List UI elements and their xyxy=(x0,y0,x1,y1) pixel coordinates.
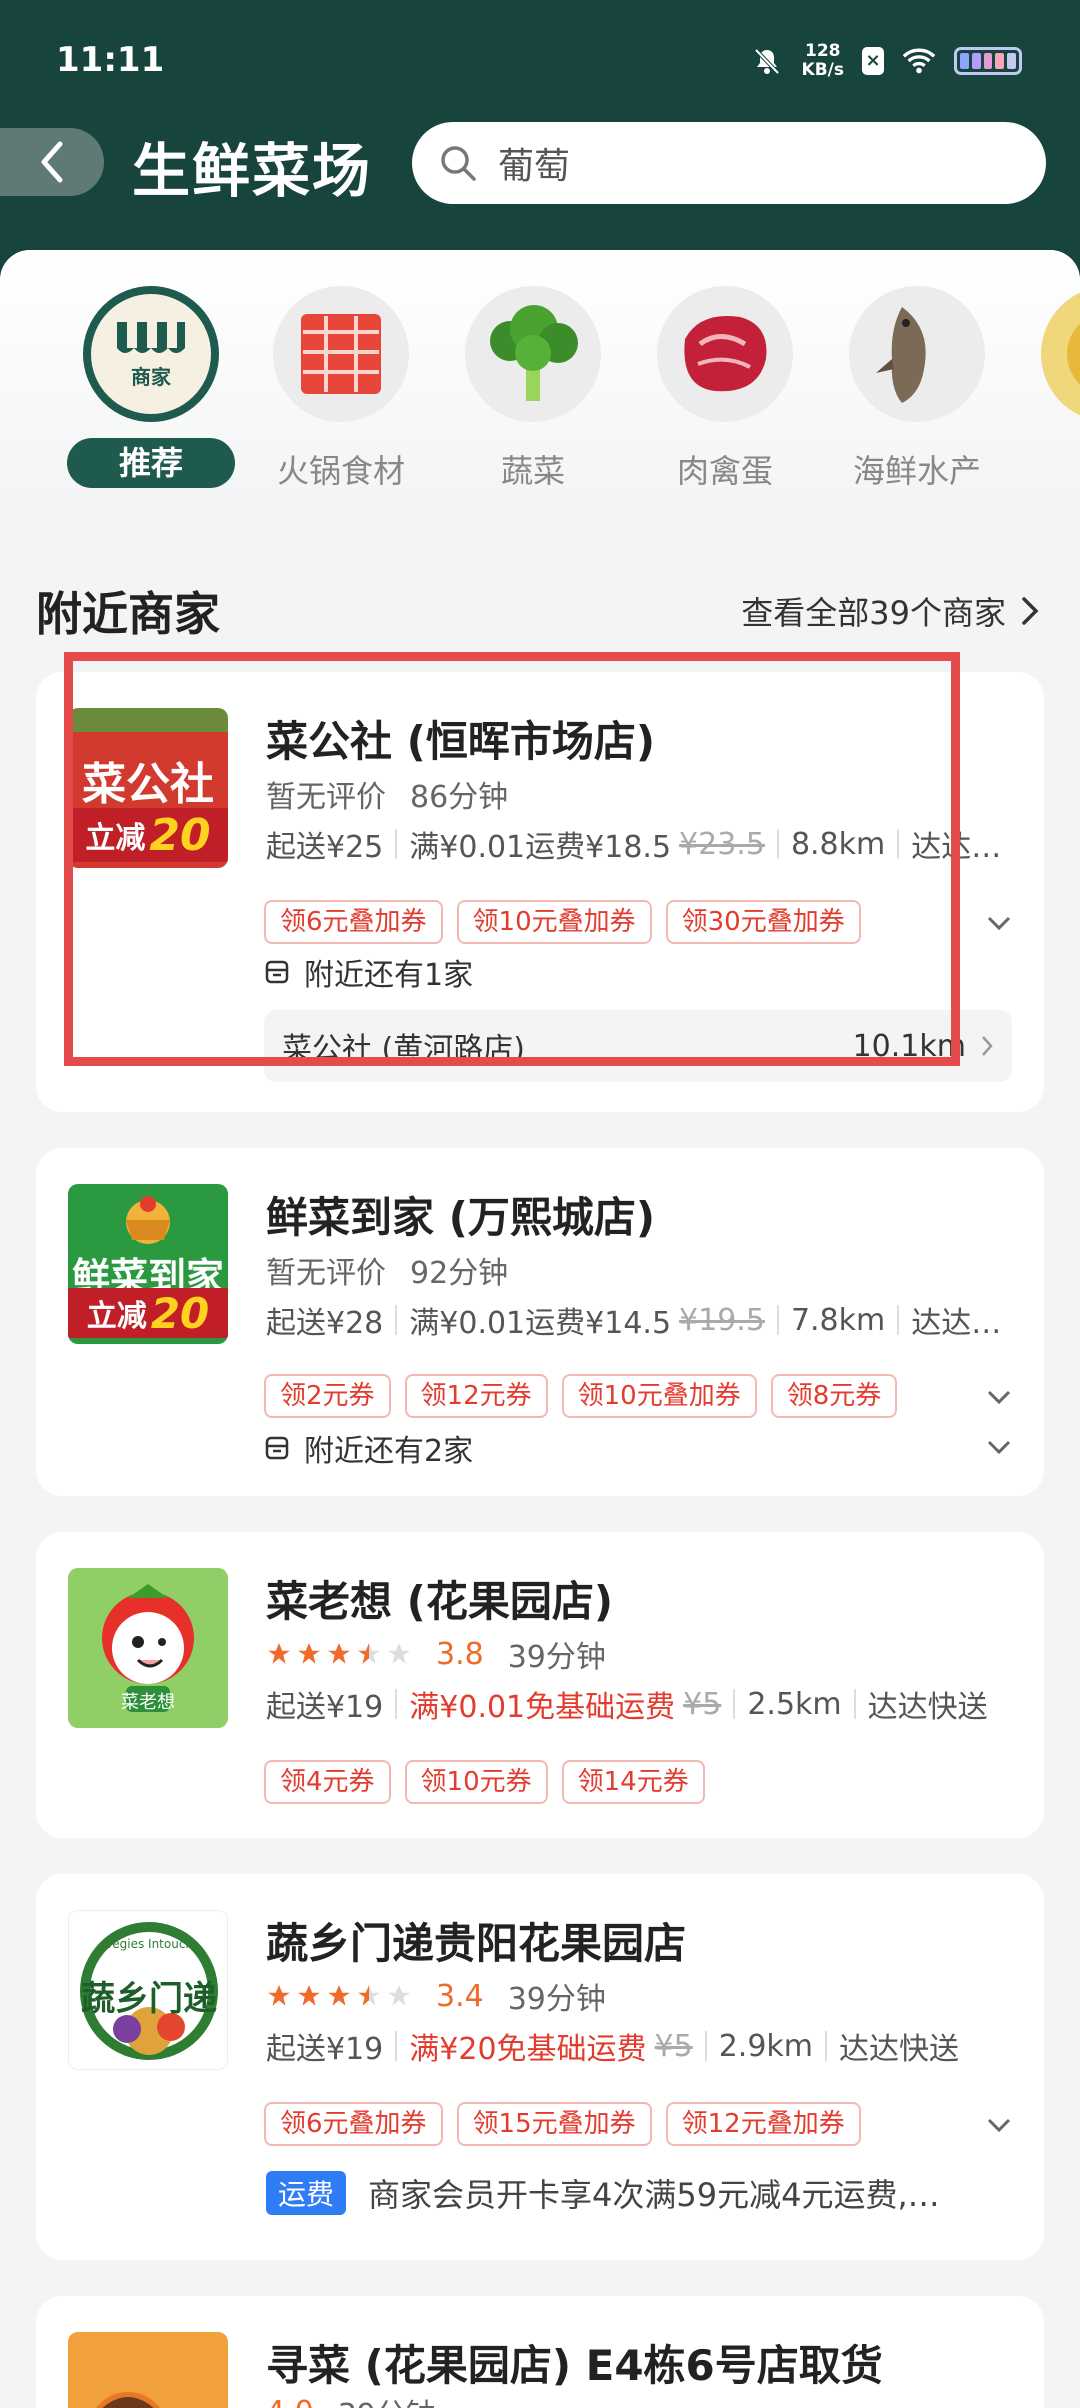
coupon-chip[interactable]: 领6元叠加券 xyxy=(264,900,443,944)
coupon-chip[interactable]: 领10元叠加券 xyxy=(456,900,652,944)
category-label: 火锅食材 xyxy=(276,452,405,490)
category-label: 肉禽蛋 xyxy=(676,452,773,490)
shop-awning-icon: 商家 xyxy=(83,286,219,422)
search-placeholder: 葡萄 xyxy=(498,146,571,187)
shop-delivery-info: 起送¥19 满¥0.01免基础运费 ¥5 2.5km 达达快送 xyxy=(266,1686,988,1726)
shop-meta: 4.0 39分钟 xyxy=(266,2390,436,2408)
nearby-branches[interactable]: 附近还有2家 xyxy=(264,1426,473,1470)
wifi-icon xyxy=(902,44,936,78)
store-icon xyxy=(265,960,289,984)
shop-name: 寻菜 (花果园店) E4栋6号店取货 xyxy=(266,2341,883,2390)
chevron-down-icon[interactable] xyxy=(984,1382,1014,1412)
category-label: 推荐 xyxy=(67,438,235,488)
status-icons: 128 KB/s × xyxy=(750,42,1022,80)
mute-bell-icon xyxy=(750,44,784,78)
chevron-down-icon[interactable] xyxy=(984,1432,1014,1462)
battery-icon xyxy=(954,47,1022,75)
category-fruit[interactable]: 水 xyxy=(1024,286,1080,492)
chevron-left-icon xyxy=(41,141,63,183)
category-strip: 商家 推荐 火锅食材 蔬菜 肉禽蛋 海鲜水产 水 xyxy=(0,250,1080,510)
category-hotpot[interactable]: 火锅食材 xyxy=(256,286,426,492)
shop-card[interactable]: 蔬乡门递 Vegies Intouch 蔬乡门递贵阳花果园店 3.4 39分钟 … xyxy=(36,1874,1044,2260)
chevron-down-icon[interactable] xyxy=(984,2110,1014,2140)
page-title: 生鲜菜场 xyxy=(132,137,373,205)
status-time: 11:11 xyxy=(56,40,165,80)
category-label: 海鲜水产 xyxy=(852,452,981,490)
shop-meta: 暂无评价 92分钟 xyxy=(266,1256,509,1291)
coupon-list: 领6元叠加券 领15元叠加券 领12元叠加券 xyxy=(264,2102,861,2146)
shop-name: 菜老想 (花果园店) xyxy=(266,1577,614,1626)
rating-value: 4.0 xyxy=(266,2395,314,2408)
branch-distance: 10.1km xyxy=(852,1028,966,1064)
rating-value: 3.8 xyxy=(436,1636,484,1672)
promo-row[interactable]: 运费 商家会员开卡享4次满59元减4元运费,… xyxy=(266,2170,940,2216)
rating-stars xyxy=(266,1641,412,1667)
shop-delivery-info: 起送¥19 满¥20免基础运费 ¥5 2.9km 达达快送 xyxy=(266,2028,960,2068)
shop-name: 蔬乡门递贵阳花果园店 xyxy=(266,1919,687,1968)
nearby-branches[interactable]: 附近还有1家 xyxy=(264,950,473,994)
shop-logo xyxy=(68,2332,228,2408)
hotpot-meat-icon xyxy=(273,286,409,422)
category-badge: 商家 xyxy=(131,365,172,389)
store-icon xyxy=(265,1436,289,1460)
chevron-right-icon xyxy=(982,1036,993,1056)
coupon-chip[interactable]: 领12元叠加券 xyxy=(665,2102,861,2146)
shop-card[interactable]: 鲜菜到家 立减 20 鲜菜到家 (万熙城店) 暂无评价 92分钟 起送¥28 满… xyxy=(36,1148,1044,1496)
see-all-link[interactable]: 查看全部39个商家 xyxy=(741,588,1040,634)
branch-row[interactable]: 菜公社 (黄河路店) 10.1km xyxy=(264,1010,1012,1082)
category-label: 蔬菜 xyxy=(500,452,565,490)
coupon-chip[interactable]: 领15元叠加券 xyxy=(456,2102,652,2146)
back-button[interactable] xyxy=(0,128,104,196)
search-icon xyxy=(441,146,476,181)
shop-logo: 鲜菜到家 立减 20 xyxy=(68,1184,228,1344)
header-bar: 11:11 128 KB/s × 生鲜菜场 葡萄 xyxy=(0,0,1080,290)
chevron-right-icon xyxy=(1022,597,1039,625)
fish-icon xyxy=(849,286,985,422)
fee-tag: 运费 xyxy=(266,2171,347,2215)
shop-card[interactable]: 菜老想 菜老想 (花果园店) 3.8 39分钟 起送¥19 满¥0.01免基础运… xyxy=(36,1532,1044,1838)
category-recommend[interactable]: 商家 推荐 xyxy=(66,286,236,488)
rating-stars xyxy=(266,1983,412,2009)
shop-delivery-info: 起送¥25 满¥0.01运费¥18.5 ¥23.5 8.8km 达达… xyxy=(266,826,1002,866)
sim-icon: × xyxy=(862,47,884,75)
shop-meta: 暂无评价 86分钟 xyxy=(266,780,509,815)
shop-logo: 蔬乡门递 Vegies Intouch xyxy=(68,1910,228,2070)
chevron-down-icon[interactable] xyxy=(984,908,1014,938)
shop-name: 菜公社 (恒晖市场店) xyxy=(266,717,656,766)
coupon-list: 领6元叠加券 领10元叠加券 领30元叠加券 xyxy=(264,900,861,944)
coupon-chip[interactable]: 领8元券 xyxy=(770,1374,898,1418)
category-meat-egg[interactable]: 肉禽蛋 xyxy=(640,286,810,492)
promo-text: 商家会员开卡享4次满59元减4元运费,… xyxy=(368,2176,940,2214)
shop-card[interactable]: 寻菜 (花果园店) E4栋6号店取货 4.0 39分钟 xyxy=(36,2296,1044,2408)
search-bar[interactable]: 葡萄 xyxy=(412,122,1046,204)
shop-meta: 3.4 39分钟 xyxy=(266,1974,606,2018)
shop-meta: 3.8 39分钟 xyxy=(266,1632,606,1676)
shop-logo: 菜公社 立减 20 xyxy=(68,708,228,868)
network-speed: 128 KB/s xyxy=(801,41,844,80)
coupon-list: 领2元券 领12元券 领10元叠加券 领8元券 xyxy=(264,1374,898,1418)
broccoli-icon xyxy=(465,286,601,422)
coupon-list: 领4元券 领10元券 领14元券 xyxy=(264,1760,705,1804)
category-label: 水 xyxy=(1024,446,1080,492)
fruit-icon xyxy=(1041,286,1080,422)
coupon-chip[interactable]: 领14元券 xyxy=(561,1760,705,1804)
coupon-chip[interactable]: 领6元叠加券 xyxy=(264,2102,443,2146)
category-seafood[interactable]: 海鲜水产 xyxy=(832,286,1002,492)
section-title: 附近商家 xyxy=(36,587,220,641)
coupon-chip[interactable]: 领12元券 xyxy=(404,1374,548,1418)
branch-name: 菜公社 (黄河路店) xyxy=(282,1032,525,1067)
see-all-label: 查看全部39个商家 xyxy=(741,594,1006,632)
rating-value: 3.4 xyxy=(436,1978,484,2014)
steak-icon xyxy=(657,286,793,422)
coupon-chip[interactable]: 领10元叠加券 xyxy=(561,1374,757,1418)
shop-card[interactable]: 菜公社 立减 20 菜公社 (恒晖市场店) 暂无评价 86分钟 起送¥25 满¥… xyxy=(36,672,1044,1112)
coupon-chip[interactable]: 领2元券 xyxy=(264,1374,391,1418)
coupon-chip[interactable]: 领10元券 xyxy=(404,1760,548,1804)
coupon-chip[interactable]: 领30元叠加券 xyxy=(665,900,861,944)
shop-logo: 菜老想 xyxy=(68,1568,228,1728)
shop-name: 鲜菜到家 (万熙城店) xyxy=(266,1193,656,1242)
category-vegetables[interactable]: 蔬菜 xyxy=(448,286,618,492)
coupon-chip[interactable]: 领4元券 xyxy=(264,1760,391,1804)
shop-delivery-info: 起送¥28 满¥0.01运费¥14.5 ¥19.5 7.8km 达达… xyxy=(266,1302,1002,1342)
